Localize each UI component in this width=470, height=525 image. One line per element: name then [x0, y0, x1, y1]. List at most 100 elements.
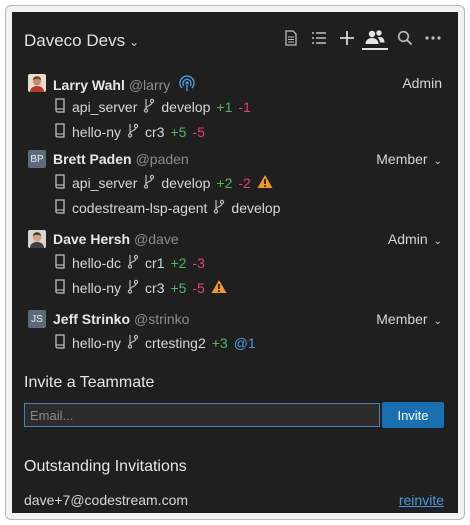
invitation-email: dave+7@codestream.com — [24, 492, 189, 508]
mention-badge[interactable]: @1 — [234, 335, 256, 351]
invite-button[interactable]: Invite — [382, 402, 444, 428]
member-name: Dave Hersh @dave — [53, 231, 179, 247]
warning-icon[interactable] — [211, 279, 227, 297]
branch-icon — [127, 279, 139, 297]
document-icon[interactable] — [280, 26, 302, 50]
branch-icon — [213, 199, 225, 217]
reinvite-link[interactable]: reinvite — [399, 492, 444, 508]
list-icon[interactable] — [308, 26, 330, 50]
lines-removed: -3 — [192, 255, 205, 271]
repo-name: hello-ny — [72, 124, 122, 140]
member-jeff: JS Jeff Strinko @strinko Member ⌄ hello-ny… — [24, 309, 444, 354]
repo-name: hello-dc — [72, 255, 122, 271]
lines-added: +5 — [170, 124, 187, 140]
team-panel: Daveco Devs ⌄ Larry Wahl @larry Admin ap… — [12, 12, 458, 513]
role-label: Admin — [402, 75, 442, 91]
repo-row: codestream-lsp-agent develop — [24, 194, 444, 219]
repo-name: hello-ny — [72, 280, 122, 296]
repo-icon — [54, 98, 66, 116]
branch-icon — [143, 98, 155, 116]
repo-name: api_server — [72, 99, 138, 115]
avatar: BP — [28, 150, 46, 168]
repo-name: api_server — [72, 175, 138, 191]
branch-icon — [127, 254, 139, 272]
branch-name: develop — [231, 200, 281, 216]
lines-added: +3 — [211, 335, 228, 351]
branch-icon — [127, 123, 139, 141]
lines-removed: -5 — [192, 124, 205, 140]
lines-added: +2 — [170, 255, 187, 271]
search-icon[interactable] — [394, 26, 416, 50]
repo-name: codestream-lsp-agent — [72, 200, 208, 216]
chevron-down-icon: ⌄ — [433, 156, 442, 167]
member-handle: @dave — [134, 231, 179, 247]
member-brett: BP Brett Paden @paden Member ⌄ api_server … — [24, 149, 444, 219]
branch-name: cr3 — [145, 124, 165, 140]
toolbar — [280, 26, 450, 54]
header: Daveco Devs ⌄ — [12, 12, 458, 66]
team-selector[interactable]: Daveco Devs ⌄ — [24, 31, 139, 51]
branch-name: cr3 — [145, 280, 165, 296]
repo-row: hello-ny cr3 +5 -5 — [24, 274, 444, 299]
branch-name: develop — [161, 175, 211, 191]
member-header: BP Brett Paden @paden Member ⌄ — [24, 149, 444, 169]
repo-icon — [54, 123, 66, 141]
lines-added: +2 — [216, 175, 233, 191]
member-handle: @larry — [128, 77, 171, 93]
role-text: Admin — [402, 75, 442, 91]
repo-icon — [54, 279, 66, 297]
member-header: Larry Wahl @larry Admin — [24, 73, 444, 93]
avatar: JS — [28, 310, 46, 328]
repo-icon — [54, 254, 66, 272]
avatar — [28, 230, 46, 248]
repo-row: hello-dc cr1 +2 -3 — [24, 249, 444, 274]
role-text: Member — [376, 311, 428, 327]
repo-name: hello-ny — [72, 335, 122, 351]
lines-removed: -2 — [238, 175, 251, 191]
repo-icon — [54, 199, 66, 217]
lines-removed: -5 — [192, 280, 205, 296]
member-header: Dave Hersh @dave Admin ⌄ — [24, 229, 444, 249]
lines-added: +1 — [216, 99, 233, 115]
team-icon[interactable] — [362, 26, 388, 50]
chevron-down-icon: ⌄ — [129, 35, 140, 49]
repo-icon — [54, 334, 66, 352]
branch-icon — [143, 174, 155, 192]
invitation-row: dave+7@codestream.com reinvite — [24, 492, 444, 508]
chevron-down-icon: ⌄ — [433, 236, 442, 247]
team-name: Daveco Devs — [24, 31, 126, 50]
branch-name: cr1 — [145, 255, 165, 271]
member-name: Brett Paden @paden — [53, 151, 189, 167]
app-window: Daveco Devs ⌄ Larry Wahl @larry Admin ap… — [5, 5, 465, 520]
repo-row: api_server develop +1 -1 — [24, 93, 444, 118]
chevron-down-icon: ⌄ — [433, 316, 442, 327]
outstanding-invitations-title: Outstanding Invitations — [24, 458, 187, 475]
repo-row: hello-ny crtesting2 +3 @1 — [24, 329, 444, 354]
branch-name: crtesting2 — [145, 335, 206, 351]
branch-icon — [127, 334, 139, 352]
member-handle: @strinko — [134, 311, 190, 327]
lines-removed: -1 — [238, 99, 251, 115]
role-dropdown[interactable]: Member ⌄ — [376, 311, 442, 327]
more-icon[interactable] — [422, 26, 444, 50]
repo-row: hello-ny cr3 +5 -5 — [24, 118, 444, 143]
repo-icon — [54, 174, 66, 192]
member-name-text: Jeff Strinko — [53, 311, 131, 327]
branch-name: develop — [161, 99, 211, 115]
member-header: JS Jeff Strinko @strinko Member ⌄ — [24, 309, 444, 329]
email-field[interactable] — [24, 403, 380, 427]
repo-row: api_server develop +2 -2 — [24, 169, 444, 194]
avatar — [28, 74, 46, 92]
member-name: Jeff Strinko @strinko — [53, 311, 189, 327]
warning-icon[interactable] — [257, 174, 273, 192]
role-dropdown[interactable]: Admin ⌄ — [388, 231, 442, 247]
lines-added: +5 — [170, 280, 187, 296]
role-text: Member — [376, 151, 428, 167]
member-dave: Dave Hersh @dave Admin ⌄ hello-dc cr1 +2 -… — [24, 229, 444, 299]
role-dropdown[interactable]: Member ⌄ — [376, 151, 442, 167]
role-text: Admin — [387, 231, 428, 247]
member-name-text: Brett Paden — [53, 151, 132, 167]
member-name-text: Larry Wahl — [53, 77, 125, 93]
invite-title: Invite a Teammate — [24, 374, 155, 391]
plus-icon[interactable] — [336, 26, 358, 50]
